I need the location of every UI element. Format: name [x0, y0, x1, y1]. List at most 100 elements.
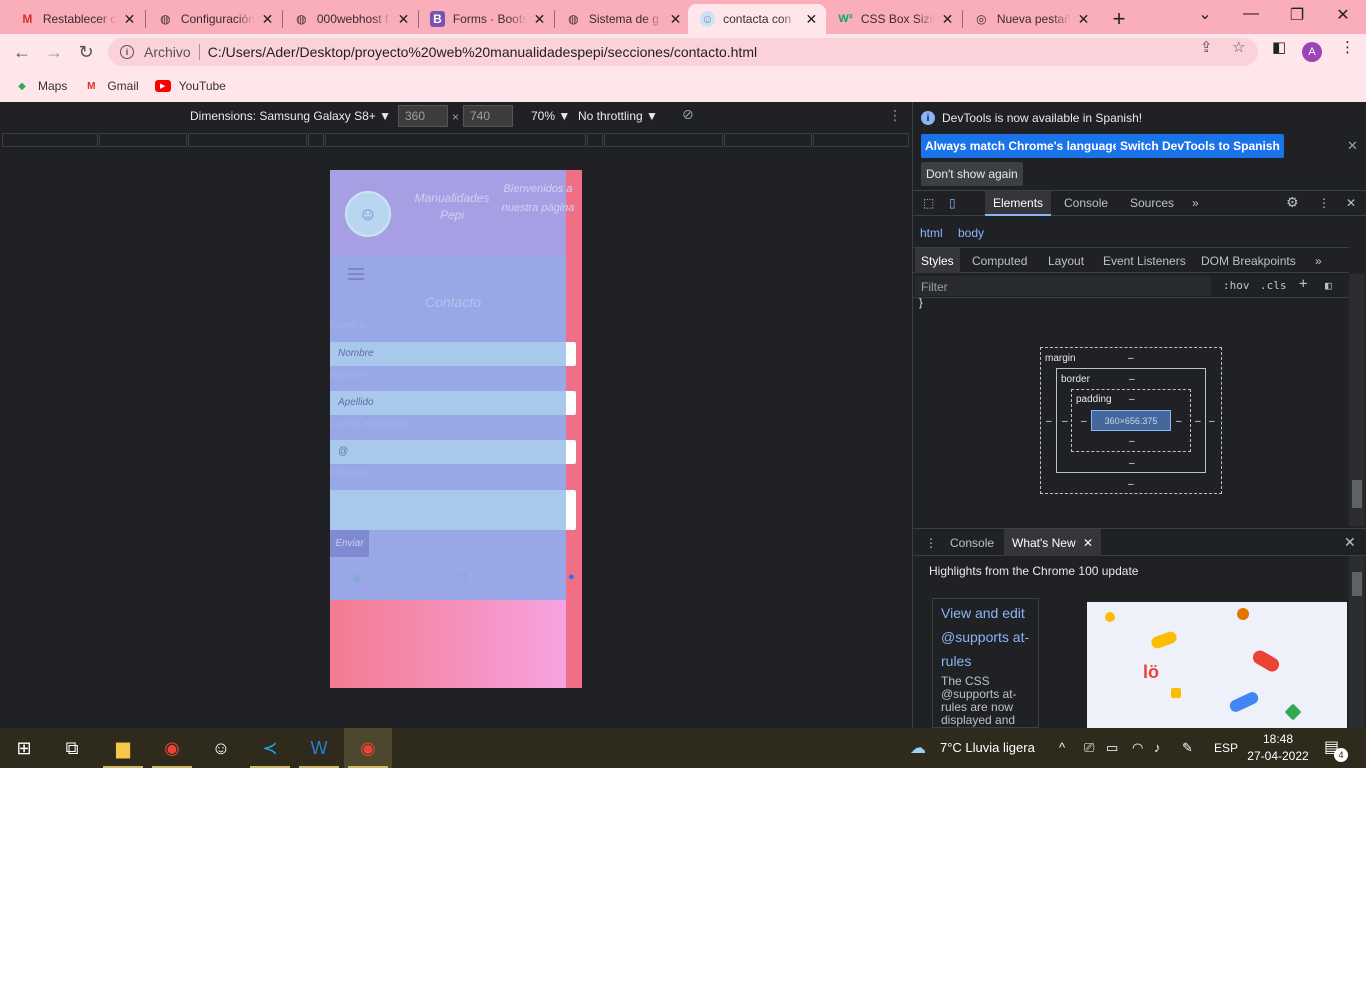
styles-scrollbar[interactable]: [1349, 274, 1365, 526]
facebook-icon[interactable]: ●: [568, 571, 575, 583]
close-icon[interactable]: ✕: [397, 11, 410, 28]
media-query-ruler[interactable]: [0, 130, 912, 148]
tab-layout[interactable]: Layout: [1048, 254, 1084, 268]
close-icon[interactable]: ✕: [261, 11, 274, 28]
device-menu-icon[interactable]: ⋮: [888, 107, 902, 124]
wifi-icon[interactable]: ◠: [1132, 740, 1143, 756]
tab-console[interactable]: Console: [1064, 196, 1108, 210]
more-tabs-icon[interactable]: »: [1192, 196, 1199, 210]
emoji-app-icon[interactable]: ☺: [197, 728, 245, 768]
tray-chevron-icon[interactable]: ^: [1059, 740, 1065, 755]
box-model-border[interactable]: border – – – – padding – – – – 360×656.3…: [1056, 368, 1206, 473]
whatsapp-icon[interactable]: ◉: [352, 571, 362, 584]
styles-filter-input[interactable]: Filter: [915, 276, 1211, 296]
more-subtabs-icon[interactable]: »: [1315, 254, 1322, 268]
chrome-icon[interactable]: ◉: [344, 728, 392, 768]
volume-icon[interactable]: ♪: [1154, 740, 1161, 755]
bookmark-gmail[interactable]: M Gmail: [83, 79, 139, 93]
tab-elements[interactable]: Elements: [985, 191, 1052, 216]
box-model-padding[interactable]: padding – – – – 360×656.375: [1071, 389, 1191, 452]
close-devtools-icon[interactable]: ✕: [1346, 196, 1356, 210]
device-height-input[interactable]: 740: [463, 105, 513, 127]
feature-card[interactable]: View and edit @supports at-rules The CSS…: [932, 598, 1039, 728]
address-bar[interactable]: i Archivo C:/Users/Ader/Desktop/proyecto…: [108, 38, 1258, 66]
new-tab-button[interactable]: +: [1108, 6, 1130, 32]
bookmark-youtube[interactable]: ▶ YouTube: [154, 79, 226, 93]
word-icon[interactable]: W: [295, 728, 343, 768]
share-icon[interactable]: ⇪: [1200, 38, 1213, 56]
breadcrumb-html[interactable]: html: [920, 226, 943, 240]
device-dimensions-select[interactable]: Dimensions: Samsung Galaxy S8+ ▼: [190, 109, 391, 123]
forward-button[interactable]: →: [42, 40, 66, 64]
apellido-input[interactable]: Apellido: [330, 391, 576, 415]
task-view-icon[interactable]: ⧉: [48, 728, 96, 768]
settings-gear-icon[interactable]: ⚙: [1286, 194, 1299, 211]
devtools-menu-icon[interactable]: ⋮: [1318, 196, 1330, 210]
tab-event-listeners[interactable]: Event Listeners: [1103, 254, 1186, 268]
chrome-profile-icon[interactable]: ◉: [148, 728, 196, 768]
drawer-tab-console[interactable]: Console: [950, 536, 994, 550]
tab-contacta-active[interactable]: ☺ contacta con ✕: [688, 4, 826, 34]
toggle-sidebar-icon[interactable]: ◧: [1325, 279, 1332, 292]
close-icon[interactable]: ✕: [123, 11, 136, 28]
close-icon[interactable]: ✕: [941, 11, 954, 28]
tab-configuracion[interactable]: ◍ Configuración ✕: [146, 4, 282, 34]
tab-nueva-pestana[interactable]: ◎ Nueva pestañ ✕: [962, 4, 1098, 34]
close-window-button[interactable]: ✕: [1333, 5, 1353, 25]
reload-button[interactable]: ↻: [74, 40, 98, 64]
pen-icon[interactable]: ✎: [1182, 740, 1193, 756]
language-indicator[interactable]: ESP: [1214, 741, 1238, 755]
breadcrumb-body[interactable]: body: [958, 226, 984, 240]
rotate-icon[interactable]: ⊘: [682, 106, 694, 123]
box-model-margin[interactable]: margin – – – – border – – – – padding – …: [1040, 347, 1222, 494]
zoom-select[interactable]: 70% ▼: [531, 109, 570, 123]
drawer-tab-whats-new[interactable]: What's New ✕: [1004, 529, 1102, 556]
weather-icon[interactable]: ☁: [910, 738, 926, 758]
hamburger-menu-icon[interactable]: [348, 268, 364, 280]
address-url[interactable]: C:/Users/Ader/Desktop/proyecto%20web%20m…: [208, 44, 757, 60]
tab-sistema[interactable]: ◍ Sistema de g ✕: [554, 4, 690, 34]
tab-gmail[interactable]: M Restablecer c ✕: [8, 4, 144, 34]
box-model-content[interactable]: 360×656.375: [1091, 410, 1171, 431]
nombre-input[interactable]: Nombre: [330, 342, 576, 366]
weather-text[interactable]: 7°C Lluvia ligera: [940, 740, 1035, 755]
close-icon[interactable]: ✕: [805, 11, 818, 28]
file-explorer-icon[interactable]: ▆: [99, 728, 147, 768]
taskbar-clock[interactable]: 18:48 27-04-2022: [1244, 731, 1312, 765]
minimize-button[interactable]: —: [1241, 5, 1261, 23]
side-panel-icon[interactable]: ◧: [1272, 38, 1286, 56]
battery-icon[interactable]: ▭: [1106, 740, 1118, 756]
switch-spanish-button[interactable]: Switch DevTools to Spanish: [1116, 134, 1284, 158]
dont-show-again-button[interactable]: Don't show again: [921, 162, 1023, 186]
avatar[interactable]: A: [1302, 42, 1322, 62]
close-icon[interactable]: ✕: [533, 11, 546, 28]
bookmark-star-icon[interactable]: ☆: [1232, 38, 1245, 56]
tab-styles[interactable]: Styles: [915, 248, 960, 273]
close-icon[interactable]: ✕: [1083, 536, 1093, 550]
restore-button[interactable]: ❐: [1287, 5, 1307, 25]
tab-css-box-sizing[interactable]: W³ CSS Box Sizin ✕: [826, 4, 962, 34]
menu-kebab-icon[interactable]: ⋮: [1340, 38, 1355, 56]
close-icon[interactable]: ✕: [669, 11, 682, 28]
feature-card-title[interactable]: View and edit @supports at-rules: [941, 601, 1030, 673]
drawer-scrollbar[interactable]: [1349, 556, 1365, 728]
cls-toggle[interactable]: .cls: [1260, 279, 1287, 292]
tab-000webhost[interactable]: ◍ 000webhost f ✕: [282, 4, 418, 34]
close-icon[interactable]: ✕: [1077, 11, 1090, 28]
tab-dom-breakpoints[interactable]: DOM Breakpoints: [1201, 254, 1296, 268]
vscode-icon[interactable]: ≺: [246, 728, 294, 768]
bookmark-maps[interactable]: ◆ Maps: [14, 79, 67, 93]
email-input[interactable]: @: [330, 440, 576, 464]
device-toggle-icon[interactable]: ▯: [949, 196, 956, 210]
instagram-icon[interactable]: ◘: [460, 571, 467, 583]
inspect-element-icon[interactable]: ⬚: [923, 196, 934, 210]
throttling-select[interactable]: No throttling ▼: [578, 109, 658, 123]
tab-search-icon[interactable]: ⌄: [1195, 4, 1215, 24]
hov-toggle[interactable]: :hov: [1223, 279, 1250, 292]
enviar-button[interactable]: Enviar: [330, 530, 369, 557]
back-button[interactable]: ←: [10, 40, 34, 64]
drawer-menu-icon[interactable]: ⋮: [925, 536, 937, 550]
tab-bootstrap-forms[interactable]: B Forms · Boots ✕: [418, 4, 554, 34]
tab-computed[interactable]: Computed: [972, 254, 1027, 268]
mensaje-textarea[interactable]: [330, 490, 576, 530]
